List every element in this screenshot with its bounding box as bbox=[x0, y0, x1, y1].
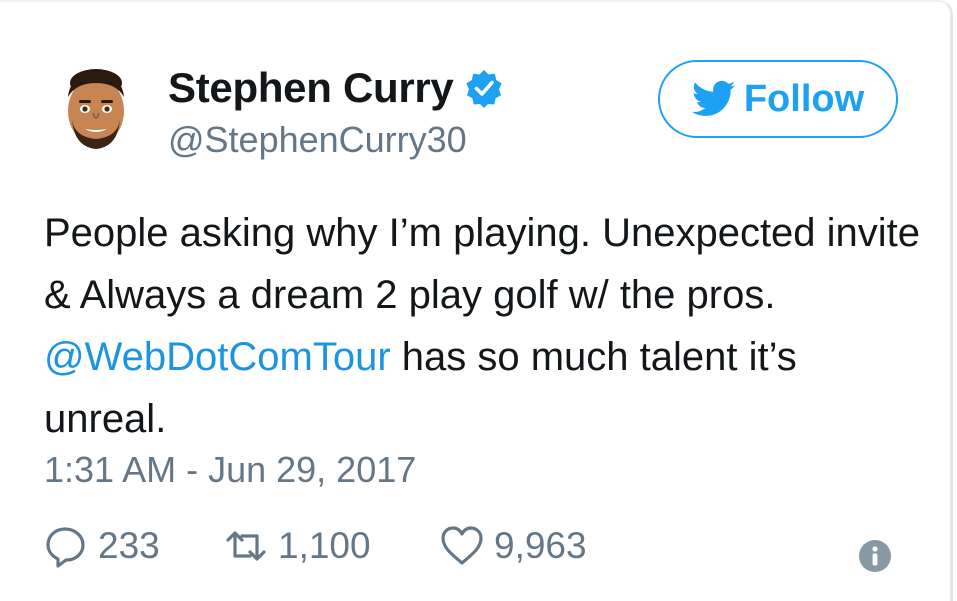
reply-action[interactable]: 233 bbox=[44, 524, 160, 568]
follow-button[interactable]: Follow bbox=[658, 60, 898, 138]
reply-count: 233 bbox=[98, 525, 160, 566]
tweet-text: People asking why I’m playing. Unexpecte… bbox=[44, 202, 924, 450]
user-name[interactable]: Stephen Curry bbox=[168, 64, 454, 112]
mention-link[interactable]: @WebDotComTour bbox=[44, 335, 391, 379]
retweet-icon bbox=[226, 531, 266, 561]
verified-badge-icon bbox=[465, 70, 502, 108]
like-count: 9,963 bbox=[494, 525, 587, 566]
tweet-text-part: People asking why I’m playing. Unexpecte… bbox=[44, 211, 921, 317]
twitter-bird-icon bbox=[691, 80, 736, 116]
user-name-row: Stephen Curry bbox=[168, 64, 504, 112]
reply-icon bbox=[46, 527, 85, 568]
follow-button-label: Follow bbox=[743, 77, 865, 120]
tweet-card: Stephen Curry @StephenCurry30 Follow Peo… bbox=[0, 0, 953, 601]
like-action[interactable]: 9,963 bbox=[440, 524, 587, 568]
tweet-timestamp[interactable]: 1:31 AM - Jun 29, 2017 bbox=[44, 449, 416, 491]
user-handle[interactable]: @StephenCurry30 bbox=[168, 119, 467, 161]
emoji-avatar-icon bbox=[68, 69, 124, 149]
avatar[interactable] bbox=[60, 67, 132, 153]
retweet-count: 1,100 bbox=[278, 525, 371, 566]
tweet-actions: 233 1,100 9,963 bbox=[44, 524, 924, 580]
info-icon[interactable] bbox=[858, 539, 892, 573]
retweet-action[interactable]: 1,100 bbox=[224, 524, 371, 568]
heart-icon bbox=[441, 526, 483, 565]
